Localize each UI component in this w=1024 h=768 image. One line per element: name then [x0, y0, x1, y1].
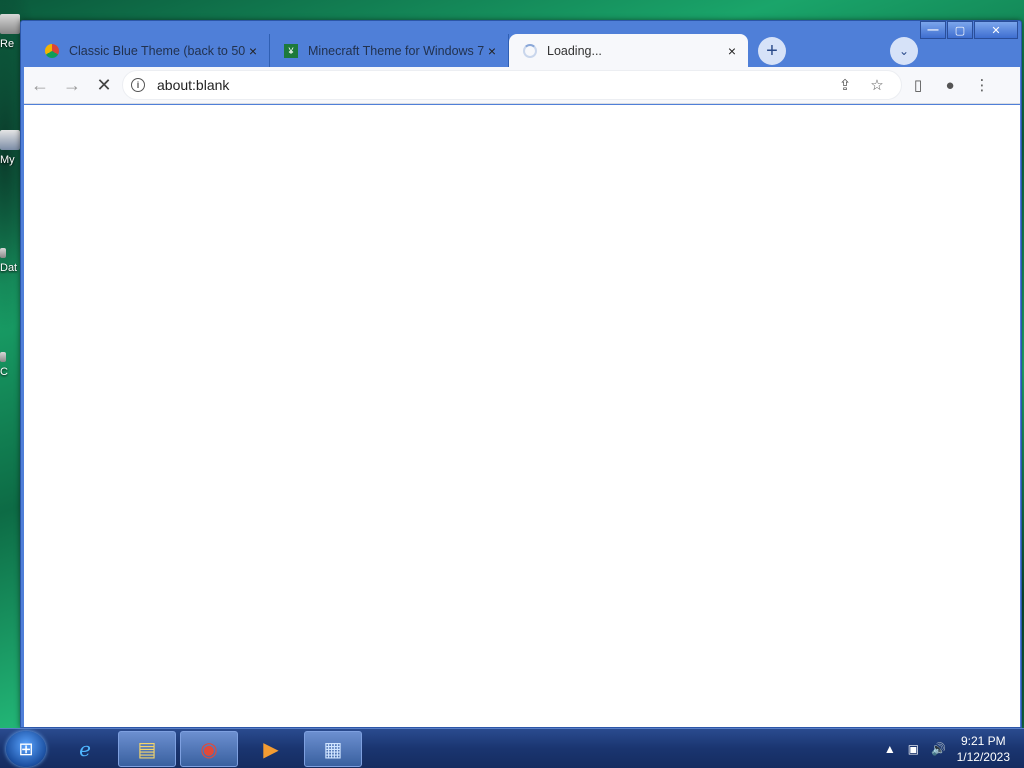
clock[interactable]: 9:21 PM 1/12/2023 [957, 733, 1010, 765]
file-icon [0, 352, 6, 362]
tab-classic-blue-theme[interactable]: Classic Blue Theme (back to 50) - × [31, 34, 270, 67]
network-icon[interactable]: ▣ [908, 742, 919, 756]
bookmark-star-icon[interactable]: ☆ [861, 76, 893, 94]
address-bar[interactable]: i about:blank ⇪ ☆ [122, 70, 902, 100]
browser-window: — ▢ ✕ Classic Blue Theme (back to 50) - … [20, 20, 1022, 728]
desktop-icon-data[interactable]: Dat [0, 248, 22, 274]
control-panel-icon[interactable]: ▦ [304, 731, 362, 767]
desktop-icon-recycle-bin[interactable]: Re [0, 14, 22, 50]
share-icon[interactable]: ⇪ [829, 76, 861, 94]
volume-icon[interactable]: 🔊 [931, 742, 946, 756]
file-icon [0, 248, 6, 258]
recycle-bin-icon [0, 14, 20, 34]
url-text[interactable]: about:blank [157, 77, 829, 93]
close-tab-icon[interactable]: × [724, 43, 740, 59]
close-tab-icon[interactable]: × [245, 43, 261, 59]
side-panel-icon[interactable]: ▯ [902, 70, 934, 100]
clock-date: 1/12/2023 [956, 750, 1010, 764]
system-tray: ▲ ▣ 🔊 [872, 729, 946, 768]
download-site-icon: ¥ [284, 43, 298, 58]
desktop-icon-label: C [0, 366, 8, 378]
tab-title: Minecraft Theme for Windows 7 [308, 43, 484, 58]
close-tab-icon[interactable]: × [484, 43, 500, 59]
tab-strip: Classic Blue Theme (back to 50) - × ¥ Mi… [31, 34, 1021, 67]
browser-toolbar: ← → ✕ i about:blank ⇪ ☆ ▯ ● ⋮ [24, 67, 1020, 104]
back-button[interactable]: ← [24, 70, 56, 100]
new-tab-button[interactable]: + [758, 37, 786, 65]
chrome-taskbar-icon[interactable]: ◉ [180, 731, 238, 767]
desktop-icon-label: My [0, 154, 15, 166]
internet-explorer-icon[interactable]: e [56, 731, 114, 767]
media-player-icon[interactable]: ▶ [242, 731, 300, 767]
desktop-icon-label: Dat [0, 262, 18, 274]
chrome-theme-icon [45, 43, 59, 58]
computer-icon [0, 130, 20, 150]
clock-time: 9:21 PM [960, 734, 1006, 748]
tab-search-button[interactable]: ⌄ [890, 37, 918, 65]
desktop-icon-label: Re [0, 38, 15, 50]
file-explorer-icon[interactable]: ▤ [118, 731, 176, 767]
show-hidden-icons-icon[interactable]: ▲ [884, 742, 896, 756]
tab-loading[interactable]: Loading... × [509, 34, 748, 67]
taskbar: ⊞ e ▤ ◉ ▶ ▦ ▲ ▣ 🔊 9:21 PM 1/12/2023 [0, 728, 1024, 768]
tab-minecraft-theme[interactable]: ¥ Minecraft Theme for Windows 7 × [270, 34, 509, 67]
profile-icon[interactable]: ● [934, 70, 966, 100]
tab-title: Loading... [547, 43, 602, 58]
desktop-icon-my-computer[interactable]: My [0, 130, 22, 166]
start-button[interactable]: ⊞ [6, 731, 46, 767]
site-info-icon[interactable]: i [131, 78, 145, 92]
menu-icon[interactable]: ⋮ [966, 70, 998, 100]
page-content [24, 105, 1020, 727]
loading-spinner-icon [523, 43, 537, 58]
forward-button[interactable]: → [56, 70, 88, 100]
desktop-icon-c[interactable]: C [0, 352, 22, 378]
tab-title: Classic Blue Theme (back to 50) - [69, 43, 245, 58]
stop-loading-button[interactable]: ✕ [88, 70, 120, 100]
